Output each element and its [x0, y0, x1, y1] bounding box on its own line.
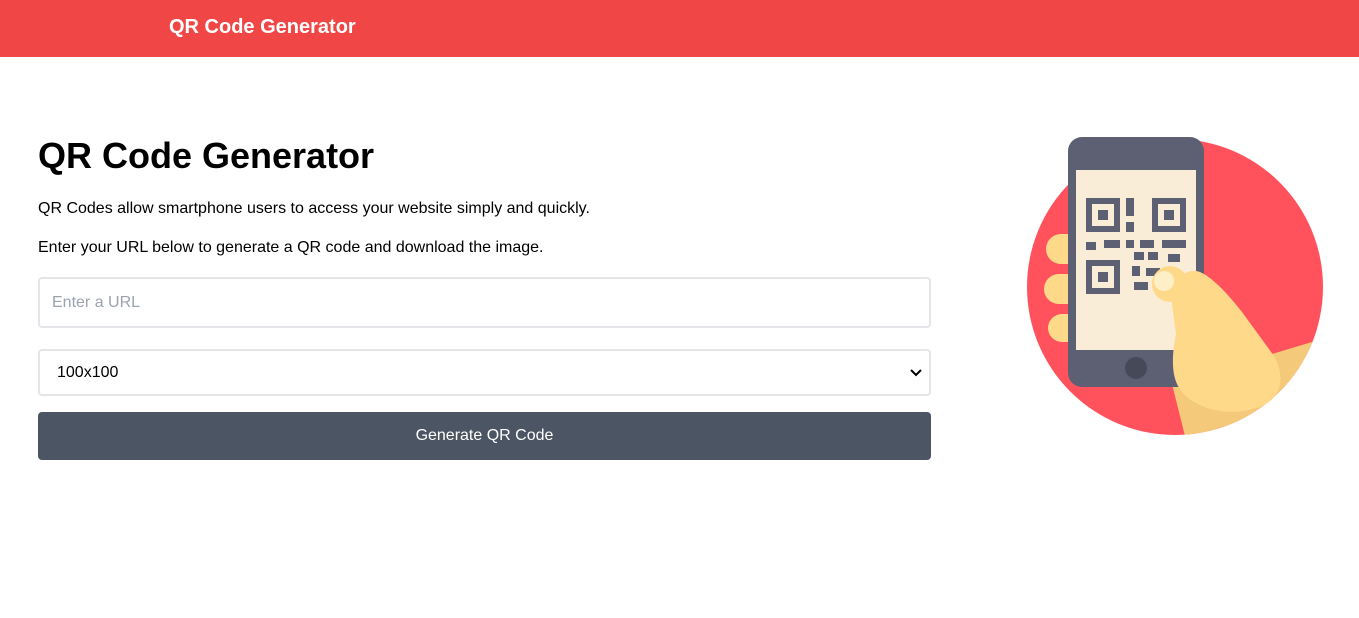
generate-qr-code-button[interactable]: Generate QR Code	[38, 412, 931, 460]
url-input[interactable]	[38, 277, 931, 328]
main-content: QR Code Generator QR Codes allow smartph…	[38, 136, 931, 460]
size-select[interactable]: 100x100	[38, 349, 931, 396]
phone-scanning-qr-code-icon	[1027, 137, 1323, 435]
description-text: QR Codes allow smartphone users to acces…	[38, 200, 590, 217]
page-title: QR Code Generator	[38, 135, 375, 176]
instructions-text: Enter your URL below to generate a QR co…	[38, 239, 544, 256]
size-select-value: 100x100	[57, 364, 119, 381]
chevron-down-icon	[910, 369, 922, 377]
top-navbar: QR Code Generator	[0, 0, 1359, 57]
brand-link[interactable]: QR Code Generator	[169, 16, 356, 38]
